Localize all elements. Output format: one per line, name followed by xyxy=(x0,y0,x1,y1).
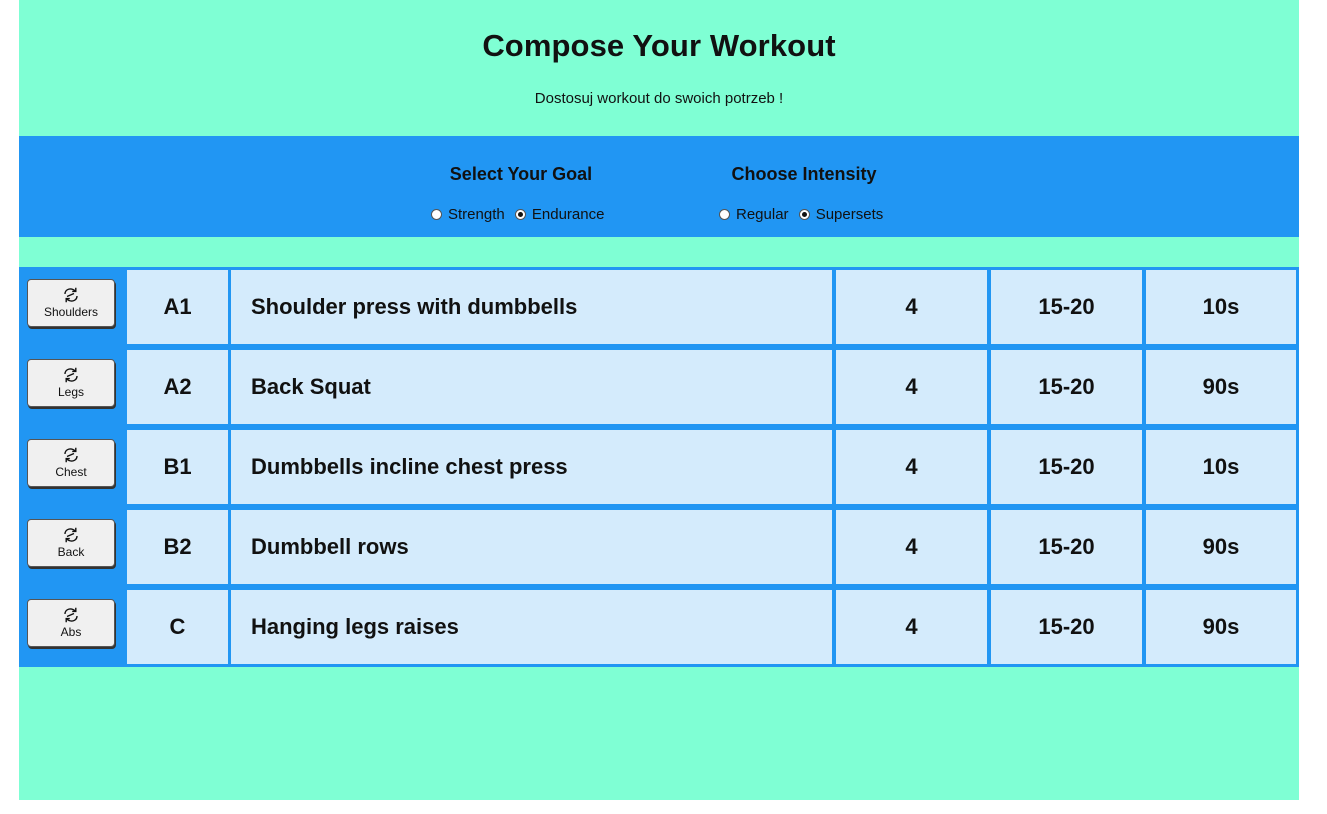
header: Compose Your Workout Dostosuj workout do… xyxy=(19,0,1299,136)
goal-group: Select Your Goal Strength Endurance xyxy=(429,136,629,237)
swap-cell: Back xyxy=(19,507,124,587)
exercise-name: Shoulder press with dumbbells xyxy=(228,267,835,347)
exercise-code: B2 xyxy=(124,507,231,587)
swap-abs-button[interactable]: Abs xyxy=(27,599,115,647)
intensity-option-supersets[interactable]: Supersets xyxy=(798,206,884,223)
goal-heading: Select Your Goal xyxy=(449,164,593,184)
page-subtitle: Dostosuj workout do swoich potrzeb ! xyxy=(534,90,784,107)
swap-legs-button[interactable]: Legs xyxy=(27,359,115,407)
exercise-rest: 10s xyxy=(1143,267,1299,347)
exercise-sets: 4 xyxy=(833,267,990,347)
swap-label: Back xyxy=(57,545,85,559)
exercise-reps: 15-20 xyxy=(988,427,1145,507)
intensity-option-regular[interactable]: Regular xyxy=(719,206,789,223)
radio-button[interactable] xyxy=(431,209,442,220)
workout-table: Shoulders A1 Shoulder press with dumbbel… xyxy=(19,267,1299,667)
radio-label: Supersets xyxy=(815,206,884,223)
swap-arrows-icon xyxy=(64,527,78,543)
exercise-reps: 15-20 xyxy=(988,507,1145,587)
radio-label: Strength xyxy=(448,206,505,223)
table-row: Shoulders A1 Shoulder press with dumbbel… xyxy=(19,267,1299,347)
exercise-rest: 90s xyxy=(1143,587,1299,667)
table-row: Abs C Hanging legs raises 4 15-20 90s xyxy=(19,587,1299,667)
swap-arrows-icon xyxy=(64,367,78,383)
exercise-reps: 15-20 xyxy=(988,587,1145,667)
radio-label: Regular xyxy=(736,206,789,223)
exercise-name: Back Squat xyxy=(228,347,835,427)
swap-arrows-icon xyxy=(64,447,78,463)
goal-option-strength[interactable]: Strength xyxy=(431,206,505,223)
options-bar: Select Your Goal Strength Endurance Choo… xyxy=(19,136,1299,237)
radio-button[interactable] xyxy=(514,209,526,220)
exercise-code: A1 xyxy=(124,267,231,347)
exercise-reps: 15-20 xyxy=(988,347,1145,427)
swap-shoulders-button[interactable]: Shoulders xyxy=(27,279,115,327)
swap-cell: Chest xyxy=(19,427,124,507)
page-title: Compose Your Workout xyxy=(482,28,836,63)
swap-label: Abs xyxy=(60,625,82,639)
exercise-name: Dumbbells incline chest press xyxy=(228,427,835,507)
radio-button[interactable] xyxy=(798,209,810,220)
exercise-reps: 15-20 xyxy=(988,267,1145,347)
intensity-options: Regular Supersets xyxy=(719,206,889,224)
page: Compose Your Workout Dostosuj workout do… xyxy=(19,0,1299,800)
exercise-rest: 90s xyxy=(1143,347,1299,427)
exercise-sets: 4 xyxy=(833,587,990,667)
intensity-heading: Choose Intensity xyxy=(731,164,877,184)
table-row: Chest B1 Dumbbells incline chest press 4… xyxy=(19,427,1299,507)
exercise-name: Hanging legs raises xyxy=(228,587,835,667)
exercise-sets: 4 xyxy=(833,427,990,507)
exercise-rest: 90s xyxy=(1143,507,1299,587)
exercise-rest: 10s xyxy=(1143,427,1299,507)
swap-arrows-icon xyxy=(64,287,78,303)
swap-label: Legs xyxy=(57,385,85,399)
table-row: Legs A2 Back Squat 4 15-20 90s xyxy=(19,347,1299,427)
goal-option-endurance[interactable]: Endurance xyxy=(514,206,605,223)
exercise-name: Dumbbell rows xyxy=(228,507,835,587)
intensity-group: Choose Intensity Regular Supersets xyxy=(717,136,917,237)
swap-chest-button[interactable]: Chest xyxy=(27,439,115,487)
swap-cell: Shoulders xyxy=(19,267,124,347)
radio-button[interactable] xyxy=(719,209,730,220)
table-row: Back B2 Dumbbell rows 4 15-20 90s xyxy=(19,507,1299,587)
swap-label: Shoulders xyxy=(43,305,99,319)
goal-options: Strength Endurance xyxy=(431,206,610,224)
swap-arrows-icon xyxy=(64,607,78,623)
swap-cell: Legs xyxy=(19,347,124,427)
swap-cell: Abs xyxy=(19,587,124,667)
swap-back-button[interactable]: Back xyxy=(27,519,115,567)
exercise-sets: 4 xyxy=(833,507,990,587)
exercise-code: C xyxy=(124,587,231,667)
radio-label: Endurance xyxy=(531,206,605,223)
exercise-code: A2 xyxy=(124,347,231,427)
exercise-code: B1 xyxy=(124,427,231,507)
exercise-sets: 4 xyxy=(833,347,990,427)
swap-label: Chest xyxy=(55,465,87,479)
